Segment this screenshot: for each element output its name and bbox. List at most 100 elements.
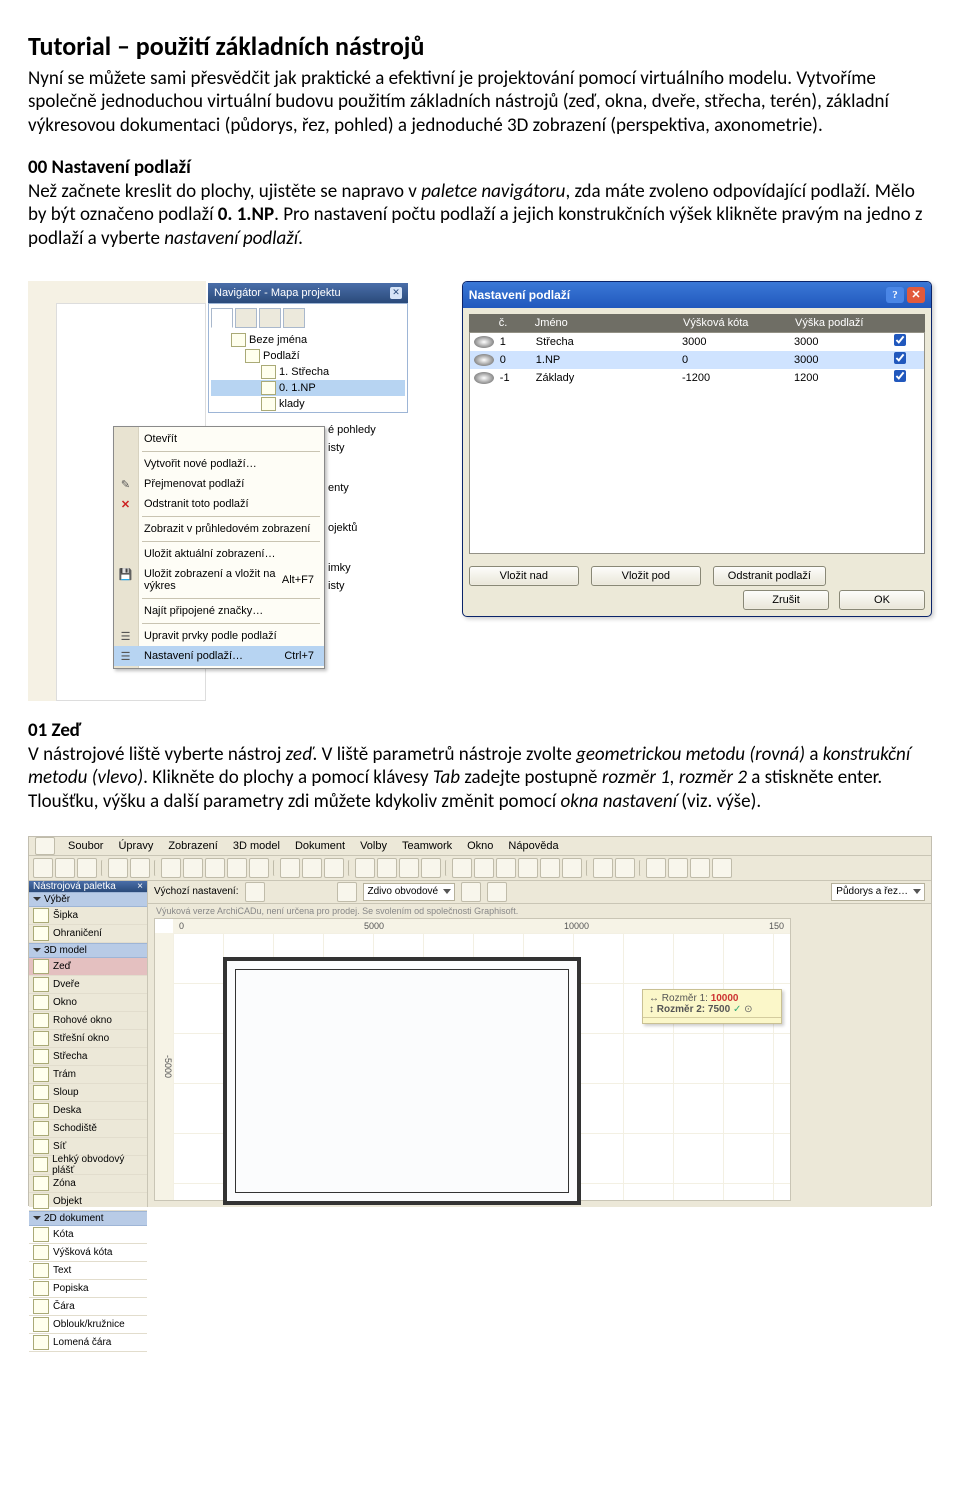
default-settings-icon[interactable]: [245, 882, 265, 902]
tool-polyline[interactable]: Lomená čára: [29, 1334, 147, 1352]
ctx-edit-elements[interactable]: ☰Upravit prvky podle podlaží: [114, 626, 324, 646]
navigator-titlebar[interactable]: Navigátor - Mapa projektu ✕: [208, 283, 408, 303]
ok-button[interactable]: OK: [839, 590, 925, 610]
menu-edit[interactable]: Úpravy: [116, 839, 155, 853]
tree-zaklady[interactable]: klady: [211, 396, 405, 412]
toolbar-icon[interactable]: [690, 858, 710, 878]
menu-options[interactable]: Volby: [358, 839, 389, 853]
ctx-rename-floor[interactable]: ✎Přejmenovat podlaží: [114, 474, 324, 494]
toolbar-icon[interactable]: [712, 858, 732, 878]
wall-rectangle[interactable]: [223, 957, 581, 1205]
tool-zone[interactable]: Zóna: [29, 1175, 147, 1193]
tree-strecha[interactable]: 1. Střecha: [211, 364, 405, 380]
visibility-icon[interactable]: [474, 336, 494, 348]
insert-below-button[interactable]: Vložit pod: [591, 566, 701, 586]
toolbar-icon[interactable]: [280, 858, 300, 878]
toolbar-icon[interactable]: [540, 858, 560, 878]
tool-arc[interactable]: Oblouk/kružnice: [29, 1316, 147, 1334]
toolbar-icon[interactable]: [593, 858, 613, 878]
drawing-canvas[interactable]: 0 5000 10000 150 -5000 ↔ Rozměr 1: 10000…: [154, 918, 791, 1201]
tool-slab[interactable]: Deska: [29, 1102, 147, 1120]
tool-level-dim[interactable]: Výšková kóta: [29, 1244, 147, 1262]
menu-document[interactable]: Dokument: [293, 839, 347, 853]
close-icon[interactable]: ✕: [390, 287, 402, 299]
menu-window[interactable]: Okno: [465, 839, 495, 853]
visibility-icon[interactable]: [474, 354, 494, 366]
toolbar-icon[interactable]: [518, 858, 538, 878]
toolbar-icon[interactable]: [55, 858, 75, 878]
toolbar-icon[interactable]: [324, 858, 344, 878]
ctx-save-view[interactable]: Uložit aktuální zobrazení…: [114, 544, 324, 564]
table-row[interactable]: -1 Základy -1200 1200: [470, 369, 924, 387]
toolbar-icon[interactable]: [302, 858, 322, 878]
tool-text[interactable]: Text: [29, 1262, 147, 1280]
nav-tab-3[interactable]: [259, 308, 281, 328]
link-checkbox[interactable]: [894, 370, 906, 382]
menu-file[interactable]: Soubor: [66, 839, 105, 853]
tool-corner-window[interactable]: Rohové okno: [29, 1012, 147, 1030]
delete-floor-button[interactable]: Odstranit podlaží: [713, 566, 826, 586]
context-menu[interactable]: Otevřít Vytvořit nové podlaží… ✎Přejmeno…: [113, 426, 325, 669]
tool-door[interactable]: Dveře: [29, 976, 147, 994]
display-combo[interactable]: Půdorys a řez…: [831, 883, 925, 901]
insert-above-button[interactable]: Vložit nad: [469, 566, 579, 586]
toolbar-icon[interactable]: [33, 858, 53, 878]
toolbox[interactable]: Nástrojová paletka× Výběr Šipka Ohraniče…: [29, 881, 148, 1207]
tool-object[interactable]: Objekt: [29, 1193, 147, 1211]
toolbar-icon[interactable]: [161, 858, 181, 878]
toolbar-icon[interactable]: [130, 858, 150, 878]
tool-curtain[interactable]: Lehký obvodový plášť: [29, 1156, 147, 1175]
tool-dimension[interactable]: Kóta: [29, 1226, 147, 1244]
close-icon[interactable]: ×: [137, 881, 143, 892]
ctx-new-floor[interactable]: Vytvořit nové podlaží…: [114, 454, 324, 474]
toolbox-section-3d[interactable]: 3D model: [29, 943, 147, 958]
tool-arrow[interactable]: Šipka: [29, 907, 147, 925]
ctx-open[interactable]: Otevřít: [114, 429, 324, 449]
toolbar-icon[interactable]: [377, 858, 397, 878]
toolbar-icon[interactable]: [452, 858, 472, 878]
toolbar-icon[interactable]: [77, 858, 97, 878]
toolbar-icon[interactable]: [668, 858, 688, 878]
tool-line[interactable]: Čára: [29, 1298, 147, 1316]
tool-stair[interactable]: Schodiště: [29, 1120, 147, 1138]
menu-help[interactable]: Nápověda: [506, 839, 560, 853]
table-row[interactable]: 0 1.NP 0 3000: [470, 351, 924, 369]
main-toolbar[interactable]: [29, 856, 931, 881]
tool-roof[interactable]: Střecha: [29, 1048, 147, 1066]
toolbar-icon[interactable]: [355, 858, 375, 878]
tool-column[interactable]: Sloup: [29, 1084, 147, 1102]
close-icon[interactable]: ✕: [907, 287, 925, 303]
layer-combo[interactable]: Zdivo obvodové: [363, 883, 456, 901]
toolbar-icon[interactable]: [399, 858, 419, 878]
ctx-delete-floor[interactable]: ✕Odstranit toto podlaží: [114, 494, 324, 514]
cancel-button[interactable]: Zrušit: [743, 590, 829, 610]
ctx-save-insert[interactable]: 💾Uložit zobrazení a vložit na výkresAlt+…: [114, 564, 324, 596]
tool-marquee[interactable]: Ohraničení: [29, 925, 147, 943]
toolbox-titlebar[interactable]: Nástrojová paletka×: [29, 881, 147, 892]
toolbar-icon[interactable]: [496, 858, 516, 878]
table-body[interactable]: 1 Střecha 3000 3000 0 1.NP 0 3000 -1: [469, 332, 925, 554]
help-icon[interactable]: ?: [886, 287, 904, 303]
toolbox-section-select[interactable]: Výběr: [29, 892, 147, 907]
geom-method-icon[interactable]: [461, 882, 481, 902]
menu-view[interactable]: Zobrazení: [166, 839, 220, 853]
tool-wall[interactable]: Zeď: [29, 958, 147, 976]
toolbar-icon[interactable]: [249, 858, 269, 878]
dialog-titlebar[interactable]: Nastavení podlaží ? ✕: [463, 282, 931, 308]
tool-label[interactable]: Popiska: [29, 1280, 147, 1298]
toolbar-icon[interactable]: [562, 858, 582, 878]
table-row[interactable]: 1 Střecha 3000 3000: [470, 333, 924, 351]
tool-skylight[interactable]: Střešní okno: [29, 1030, 147, 1048]
tool-window[interactable]: Okno: [29, 994, 147, 1012]
toolbox-section-2d[interactable]: 2D dokument: [29, 1211, 147, 1226]
menu-teamwork[interactable]: Teamwork: [400, 839, 454, 853]
tree-root[interactable]: Beze jména: [211, 332, 405, 348]
toolbar-icon[interactable]: [183, 858, 203, 878]
menu-3d[interactable]: 3D model: [231, 839, 282, 853]
tool-beam[interactable]: Trám: [29, 1066, 147, 1084]
visibility-icon[interactable]: [474, 372, 494, 384]
coordinate-tracker[interactable]: ↔ Rozměr 1: 10000 ↕ Rozměr 2: 7500 ✓ ⊙: [642, 989, 782, 1024]
toolbar-icon[interactable]: [108, 858, 128, 878]
nav-tab-1[interactable]: [211, 308, 233, 328]
constr-method-icon[interactable]: [487, 882, 507, 902]
